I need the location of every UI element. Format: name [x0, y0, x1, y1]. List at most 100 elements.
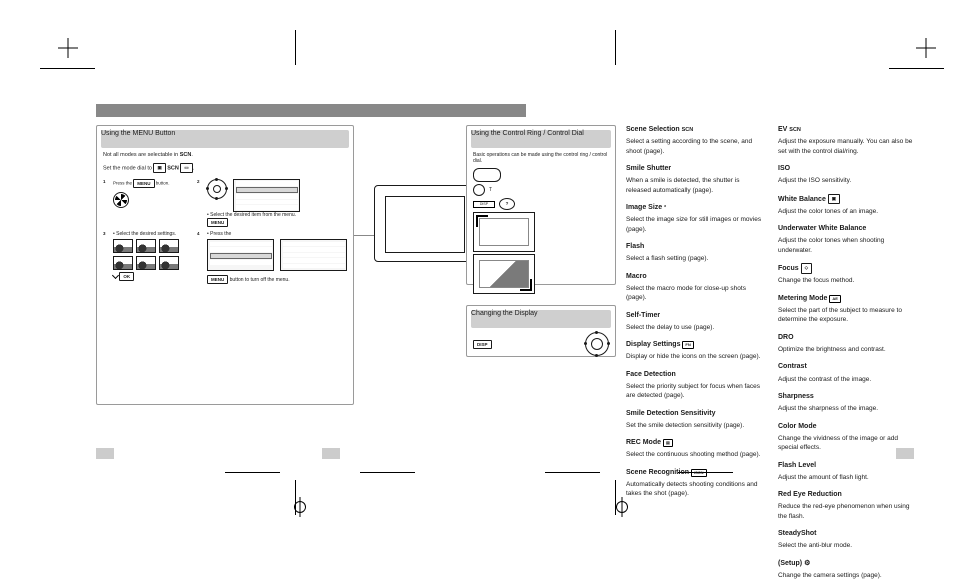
panel-c-title: Changing the Display — [471, 310, 611, 328]
panel-b-text: Basic operations can be made using the c… — [473, 152, 609, 164]
step-3: Select the desired settings. OK — [113, 231, 195, 281]
menu-list-mock-2 — [207, 239, 274, 271]
gear-icon: ⚙ — [804, 560, 810, 567]
zoom-label-t: T — [489, 187, 492, 193]
key-badge: AE — [829, 295, 841, 303]
movie-mode-badge: ▭ — [180, 163, 192, 173]
item-head: (Setup) ⚙ — [778, 559, 914, 569]
item-head: Underwater White Balance — [778, 224, 914, 234]
item-head: Smile Shutter — [626, 164, 762, 174]
item-body: Select the priority subject for focus wh… — [626, 382, 762, 401]
panel-control: Using the Control Ring / Control Dial Ba… — [466, 125, 616, 285]
menu-item: ISOAdjust the ISO sensitivity. — [778, 164, 914, 186]
camera-icon: ▣ — [828, 194, 840, 205]
item-body: Automatically detects shooting condition… — [626, 480, 762, 499]
item-head: Self-Timer — [626, 311, 762, 321]
item-head: Flash Level — [778, 461, 914, 471]
button-column: DISP — [473, 201, 495, 208]
item-head: Red Eye Reduction — [778, 490, 914, 500]
menu-item: Face Detection Select the priority subjec… — [626, 370, 762, 401]
sample-screen-1 — [473, 212, 535, 252]
item-body: Display or hide the icons on the screen … — [626, 352, 762, 361]
step-1-num: 1 — [103, 179, 111, 184]
panel-a-title: Using the MENU Button — [101, 130, 349, 148]
item-head: Scene Selection SCN — [626, 125, 762, 135]
menu-item: SteadyShot Select the anti-blur mode. — [778, 529, 914, 551]
step-1: Press the MENU button. — [113, 179, 195, 209]
item-body: Adjust the exposure manually. You can al… — [778, 137, 914, 156]
item-body: Select the anti-blur mode. — [778, 541, 914, 550]
item-head: Focus ◇ — [778, 263, 914, 274]
right-col-1: Scene Selection SCN Select a setting acco… — [626, 125, 762, 455]
disp-btn-c: DISP — [473, 340, 492, 349]
item-body: Select a setting according to the scene,… — [626, 137, 762, 156]
menu-item: Flash LevelAdjust the amount of flash li… — [778, 461, 914, 483]
item-body: Select the part of the subject to measur… — [778, 306, 914, 325]
menu-item: Macro Select the macro mode for close-up … — [626, 272, 762, 303]
menu-item: Focus ◇Change the focus method. — [778, 263, 914, 286]
item-body: When a smile is detected, the shutter is… — [626, 176, 762, 195]
menu-button-label: MENU — [133, 179, 154, 188]
panel-a-line-set: Set the mode dial to — [103, 166, 152, 172]
scn-inline: SCN — [167, 166, 179, 172]
menu-item: Image Size * Select the image size for st… — [626, 203, 762, 234]
menu-box-4: MENU — [207, 275, 228, 284]
item-head: Smile Detection Sensitivity — [626, 409, 762, 419]
menu-item: EV SCN Adjust the exposure manually. You … — [778, 125, 914, 156]
menu-item: Smile Shutter When a smile is detected, t… — [626, 164, 762, 195]
footnote-star: * — [664, 205, 666, 211]
menu-item: Self-TimerSelect the delay to use (page)… — [626, 311, 762, 333]
menu-item: Metering Mode AESelect the part of the s… — [778, 294, 914, 325]
menu-item: REC Mode ▤Select the continuous shooting… — [626, 438, 762, 460]
control-ring-icon — [473, 168, 501, 182]
step-2: Select the desired item from the menu. M… — [207, 179, 347, 228]
panel-display: Changing the Display DISP — [466, 305, 616, 357]
panel-a-note: Not all modes are selectable in — [103, 152, 178, 158]
item-head: SteadyShot — [778, 529, 914, 539]
menu-item: (Setup) ⚙ Change the camera settings (pag… — [778, 559, 914, 580]
item-head: Color Mode — [778, 422, 914, 432]
item-head: EV SCN — [778, 125, 914, 135]
item-body: Select a flash setting (page). — [626, 254, 762, 263]
menu-item: Scene Selection SCN Select a setting acco… — [626, 125, 762, 156]
ok-badge: OK — [119, 272, 134, 281]
camera-mode-badge: ▣ — [153, 163, 165, 173]
mode-dial-icon — [113, 192, 129, 208]
item-body: Change the camera settings (page). — [778, 571, 914, 580]
menu-item: SharpnessAdjust the sharpness of the ima… — [778, 392, 914, 414]
item-body: Adjust the color tones of an image. — [778, 207, 914, 216]
item-body: Adjust the contrast of the image. — [778, 375, 914, 384]
settings-list-mock — [280, 239, 347, 271]
menu-item: Color ModeChange the vividness of the im… — [778, 422, 914, 453]
menu-item: ContrastAdjust the contrast of the image… — [778, 362, 914, 384]
thumbnails-mock — [113, 239, 179, 270]
section-bar — [96, 104, 526, 117]
item-head: Face Detection — [626, 370, 762, 380]
check-icon — [112, 272, 119, 279]
step-2-num: 2 — [197, 179, 205, 184]
menu-item: Smile Detection SensitivitySet the smile… — [626, 409, 762, 431]
item-body: Reduce the red-eye phenomenon when using… — [778, 502, 914, 521]
item-head: Display Settings FN — [626, 340, 762, 350]
item-body: Adjust the ISO sensitivity. — [778, 176, 914, 185]
burst-icon: ▤ — [663, 439, 673, 447]
step-4-num: 4 — [197, 231, 205, 236]
item-head: DRO — [778, 333, 914, 343]
item-body: Select the macro mode for close-up shots… — [626, 284, 762, 303]
item-head: REC Mode ▤ — [626, 438, 762, 448]
key-badge: iSCN — [691, 469, 707, 477]
menu-item: Scene Recognition iSCN Automatically dete… — [626, 468, 762, 499]
mode-badge: SCN — [682, 127, 694, 133]
right-col-2: EV SCN Adjust the exposure manually. You … — [778, 125, 914, 455]
menu-item: DRO Optimize the brightness and contrast. — [778, 333, 914, 355]
disp-button: DISP — [473, 201, 495, 208]
item-head: Sharpness — [778, 392, 914, 402]
item-body: Optimize the brightness and contrast. — [778, 345, 914, 354]
item-head: Scene Recognition iSCN — [626, 468, 762, 478]
mode-badge: SCN — [789, 127, 801, 133]
rec-light-icon — [473, 184, 485, 196]
menu-item: White Balance ▣Adjust the color tones of… — [778, 194, 914, 217]
item-head: Image Size * — [626, 203, 762, 213]
item-head: Macro — [626, 272, 762, 282]
item-body: Select the image size for still images o… — [626, 215, 762, 234]
